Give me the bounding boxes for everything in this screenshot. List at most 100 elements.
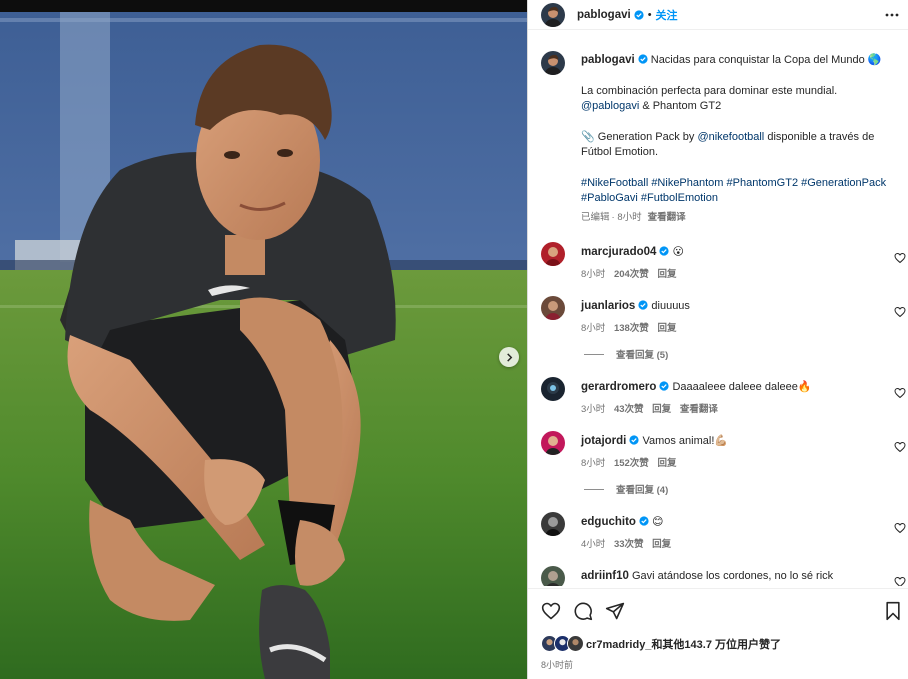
- comment-meta: 8小时 138次赞 回复: [581, 320, 871, 334]
- comment-bubble-icon[interactable]: [573, 601, 593, 621]
- hashtags-line-1[interactable]: #NikeFootball #NikePhantom #PhantomGT2 #…: [581, 176, 901, 192]
- view-replies-button[interactable]: 查看回复 (5): [584, 347, 668, 361]
- comment-time: 4小时: [581, 539, 606, 550]
- replies-divider: [584, 488, 604, 490]
- verified-badge-icon: [639, 516, 649, 526]
- commenter-avatar[interactable]: [541, 242, 565, 266]
- heart-icon[interactable]: [541, 601, 561, 621]
- mention-nikefootball[interactable]: @nikefootball: [697, 131, 764, 143]
- likes-summary[interactable]: cr7madridy_和其他143.7 万位用户赞了: [541, 635, 781, 652]
- comment-item: marcjurado04 😮 8小时 204次赞 回复: [541, 242, 906, 280]
- view-replies-button[interactable]: 查看回复 (4): [584, 482, 668, 496]
- comment-item: adriinf10 Gavi atándose los cordones, no…: [541, 566, 906, 586]
- comment-item: jotajordi Vamos animal!💪🏼 8小时 152次赞 回复: [541, 431, 906, 469]
- comment-text: Daaaaleee daleee daleee🔥: [672, 381, 812, 393]
- caption-line-4-post: disponible a través de: [764, 130, 875, 143]
- follow-button[interactable]: 关注: [656, 7, 678, 23]
- caption-body: pablogavi Nacidas para conquistar la Cop…: [581, 53, 901, 225]
- instagram-post-dialog: pablogavi • 关注 pablogavi Nacidas para co…: [0, 0, 908, 679]
- comment-username[interactable]: edguchito: [581, 516, 636, 528]
- verified-badge-icon: [629, 435, 639, 445]
- paper-plane-icon[interactable]: [605, 601, 625, 621]
- commenter-avatar[interactable]: [541, 296, 565, 320]
- commenter-avatar[interactable]: [541, 512, 565, 536]
- comment-likes[interactable]: 152次赞: [614, 458, 649, 469]
- post-caption: pablogavi Nacidas para conquistar la Cop…: [541, 51, 901, 223]
- reply-button[interactable]: 回复: [652, 539, 671, 550]
- comment-likes[interactable]: 138次赞: [614, 323, 649, 334]
- more-options-icon[interactable]: [885, 8, 899, 22]
- comment-meta: 8小时 152次赞 回复: [581, 455, 871, 469]
- photo-scene: [0, 0, 527, 679]
- chevron-right-icon: [506, 352, 512, 362]
- verified-badge-icon: [638, 300, 648, 310]
- commenter-avatar[interactable]: [541, 431, 565, 455]
- comment-heart-icon[interactable]: [894, 306, 906, 318]
- comment-text: 😊: [652, 516, 664, 528]
- comment-translate-button[interactable]: 查看翻译: [680, 404, 718, 415]
- bookmark-icon[interactable]: [883, 601, 903, 621]
- comment-heart-icon[interactable]: [894, 576, 906, 586]
- caption-username[interactable]: pablogavi: [581, 54, 635, 66]
- comment-time: 3小时: [581, 404, 606, 415]
- reply-button[interactable]: 回复: [657, 458, 676, 469]
- comment-username[interactable]: jotajordi: [581, 435, 626, 447]
- verified-badge-icon: [659, 381, 670, 391]
- verified-badge-icon: [638, 54, 648, 64]
- comment-username[interactable]: gerardromero: [581, 381, 656, 393]
- header-username[interactable]: pablogavi: [577, 9, 631, 21]
- post-header: pablogavi • 关注: [528, 0, 908, 30]
- post-time: 8小时前: [541, 660, 574, 670]
- caption-author-avatar[interactable]: [541, 51, 565, 75]
- replies-divider: [584, 353, 604, 355]
- comment-text: Vamos animal!💪🏼: [642, 435, 729, 447]
- comment-likes[interactable]: 43次赞: [614, 404, 644, 415]
- header-separator: •: [647, 8, 652, 21]
- comment-likes[interactable]: 33次赞: [614, 539, 644, 550]
- comments-list[interactable]: pablogavi Nacidas para conquistar la Cop…: [528, 39, 908, 586]
- hashtags-line-2[interactable]: #PabloGavi #FutbolEmotion: [581, 191, 901, 207]
- carousel-next-button[interactable]: [499, 347, 519, 367]
- comment-text: Gavi atándose los cordones, no lo sé ric…: [632, 570, 834, 582]
- caption-line-4-pre: Generation Pack by: [597, 130, 698, 143]
- comment-likes[interactable]: 204次赞: [614, 269, 649, 280]
- caption-time: · 8小时: [611, 211, 642, 223]
- commenter-avatar[interactable]: [541, 377, 565, 401]
- commenter-avatar[interactable]: [541, 566, 565, 586]
- post-actions: cr7madridy_和其他143.7 万位用户赞了 8小时前: [528, 588, 908, 679]
- comment-heart-icon[interactable]: [894, 441, 906, 453]
- comment-text: 😮: [672, 246, 684, 258]
- comment-heart-icon[interactable]: [894, 387, 906, 399]
- comment-meta: 3小时 43次赞 回复 查看翻译: [581, 401, 871, 415]
- comment-heart-icon[interactable]: [894, 522, 906, 534]
- reply-button[interactable]: 回复: [657, 269, 676, 280]
- reply-button[interactable]: 回复: [652, 404, 671, 415]
- comment-time: 8小时: [581, 269, 606, 280]
- comment-username[interactable]: juanlarios: [581, 300, 635, 312]
- verified-badge-icon: [634, 9, 644, 20]
- comment-username[interactable]: marcjurado04: [581, 246, 656, 258]
- comment-item: gerardromero Daaaaleee daleee daleee🔥 3小…: [541, 377, 906, 415]
- comment-item: juanlarios diuuuus 8小时 138次赞 回复: [541, 296, 906, 334]
- comment-item: edguchito 😊 4小时 33次赞 回复: [541, 512, 906, 550]
- caption-meta: 已编辑 · 8小时 查看翻译: [581, 210, 901, 226]
- likes-count-text[interactable]: 和其他143.7 万位用户赞了: [651, 639, 781, 651]
- comment-meta: 4小时 33次赞 回复: [581, 536, 871, 550]
- comment-heart-icon[interactable]: [894, 252, 906, 264]
- caption-line-5: Fútbol Emotion.: [581, 146, 659, 158]
- author-avatar[interactable]: [541, 2, 565, 27]
- liker-username[interactable]: cr7madridy_: [586, 639, 651, 651]
- caption-translate-button[interactable]: 查看翻译: [648, 212, 686, 223]
- comment-time: 8小时: [581, 458, 606, 469]
- caption-line-2: La combinación perfecta para dominar est…: [581, 84, 838, 97]
- verified-badge-icon: [659, 246, 670, 256]
- liker-avatars: [541, 635, 586, 652]
- edited-label: 已编辑: [581, 211, 610, 223]
- caption-line-3: & Phantom GT2: [639, 100, 722, 112]
- post-photo[interactable]: [0, 0, 527, 679]
- reply-button[interactable]: 回复: [657, 323, 676, 334]
- comment-username[interactable]: adriinf10: [581, 570, 629, 582]
- mention-pablogavi[interactable]: @pablogavi: [581, 100, 639, 112]
- comment-time: 8小时: [581, 323, 606, 334]
- comment-meta: 8小时 204次赞 回复: [581, 266, 871, 280]
